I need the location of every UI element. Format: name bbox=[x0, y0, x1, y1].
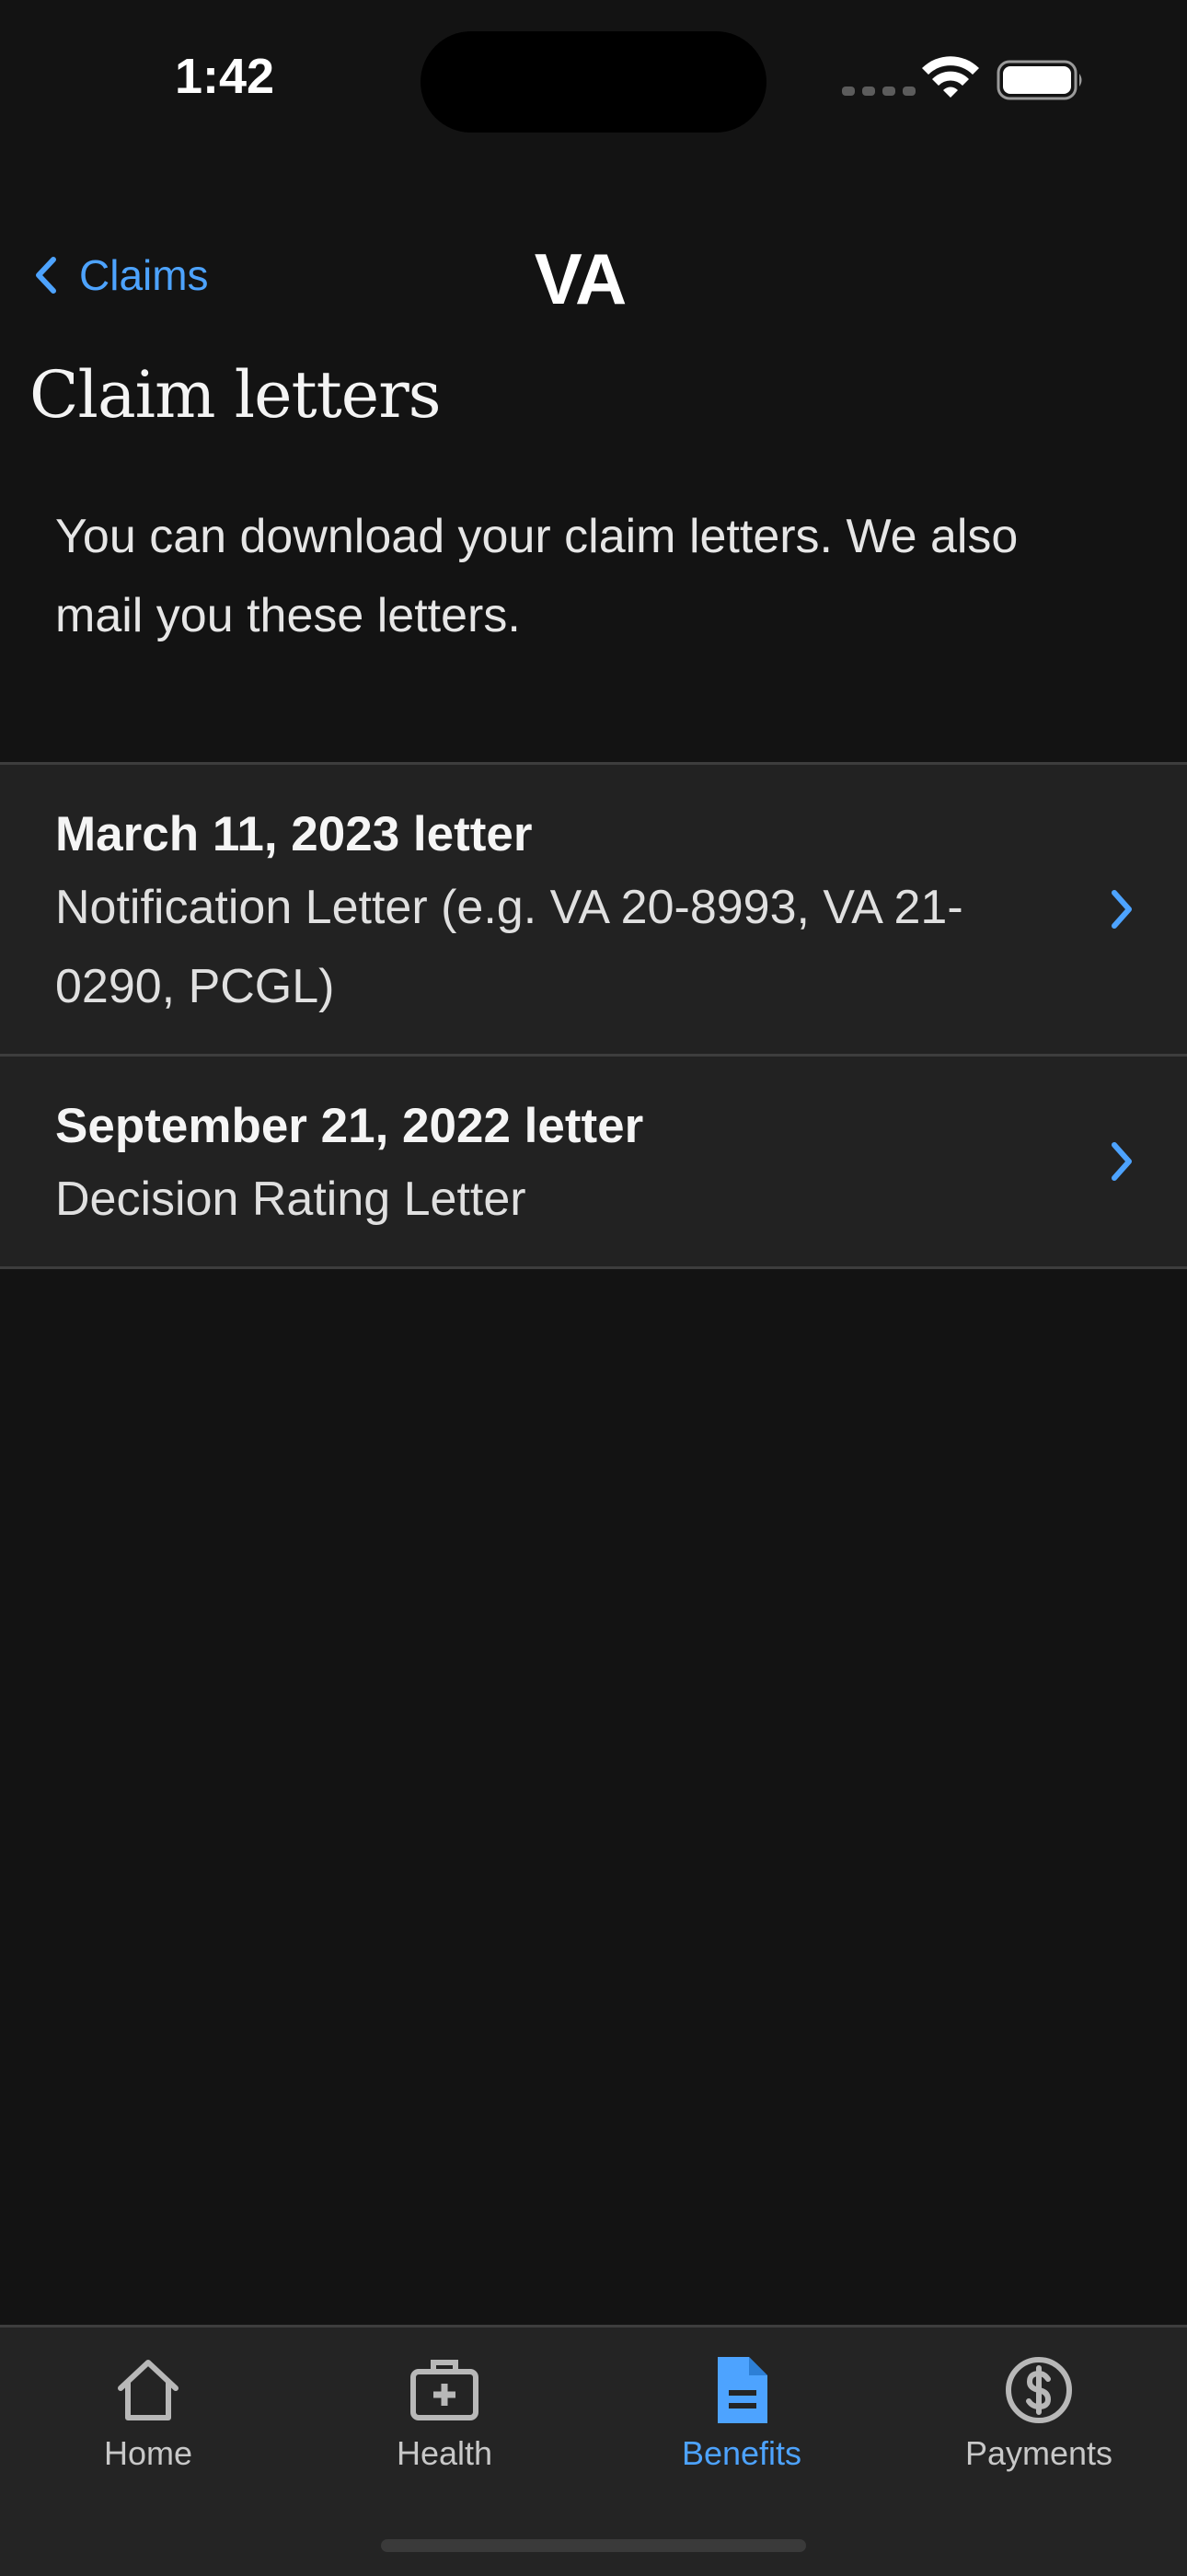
tab-home-label: Home bbox=[103, 2434, 193, 2472]
chevron-right-icon bbox=[1112, 890, 1132, 929]
cellular-signal-icon bbox=[842, 87, 916, 96]
tab-payments-label: Payments bbox=[964, 2434, 1113, 2472]
letter-list-item[interactable]: March 11, 2023 letter Notification Lette… bbox=[0, 765, 1187, 1057]
tab-benefits-label: Benefits bbox=[681, 2434, 802, 2472]
tab-home[interactable]: Home bbox=[0, 2353, 296, 2473]
tab-health[interactable]: Health bbox=[296, 2353, 593, 2473]
va-logo: VA bbox=[534, 238, 628, 319]
tab-bar: Home Health Benefits Payments bbox=[0, 2325, 1187, 2576]
wifi-icon bbox=[922, 56, 979, 98]
letter-date: September 21, 2022 letter bbox=[55, 1099, 644, 1153]
letter-type: Notification Letter (e.g. VA 20-8993, VA… bbox=[55, 881, 963, 1013]
medical-kit-icon bbox=[410, 2360, 478, 2420]
letter-list-item[interactable]: September 21, 2022 letter Decision Ratin… bbox=[0, 1057, 1187, 1269]
tab-benefits[interactable]: Benefits bbox=[594, 2353, 890, 2473]
dynamic-island bbox=[421, 31, 766, 133]
navigation-bar: Claims VA bbox=[0, 230, 1187, 331]
status-bar: 1:42 bbox=[0, 0, 1187, 156]
home-icon bbox=[118, 2360, 179, 2420]
intro-text: You can download your claim letters. We … bbox=[55, 510, 1019, 642]
page-title: Claim letters bbox=[29, 357, 442, 433]
tab-payments[interactable]: Payments bbox=[891, 2353, 1187, 2473]
dollar-circle-icon bbox=[1006, 2357, 1072, 2423]
home-indicator bbox=[381, 2539, 806, 2552]
document-icon bbox=[718, 2357, 767, 2423]
letter-type: Decision Rating Letter bbox=[55, 1172, 526, 1226]
status-time: 1:42 bbox=[175, 49, 275, 104]
chevron-right-icon bbox=[1112, 1142, 1132, 1181]
letter-date: March 11, 2023 letter bbox=[55, 807, 533, 861]
letter-list: March 11, 2023 letter Notification Lette… bbox=[0, 762, 1187, 1269]
tab-health-label: Health bbox=[396, 2434, 493, 2472]
battery-icon bbox=[997, 60, 1082, 100]
